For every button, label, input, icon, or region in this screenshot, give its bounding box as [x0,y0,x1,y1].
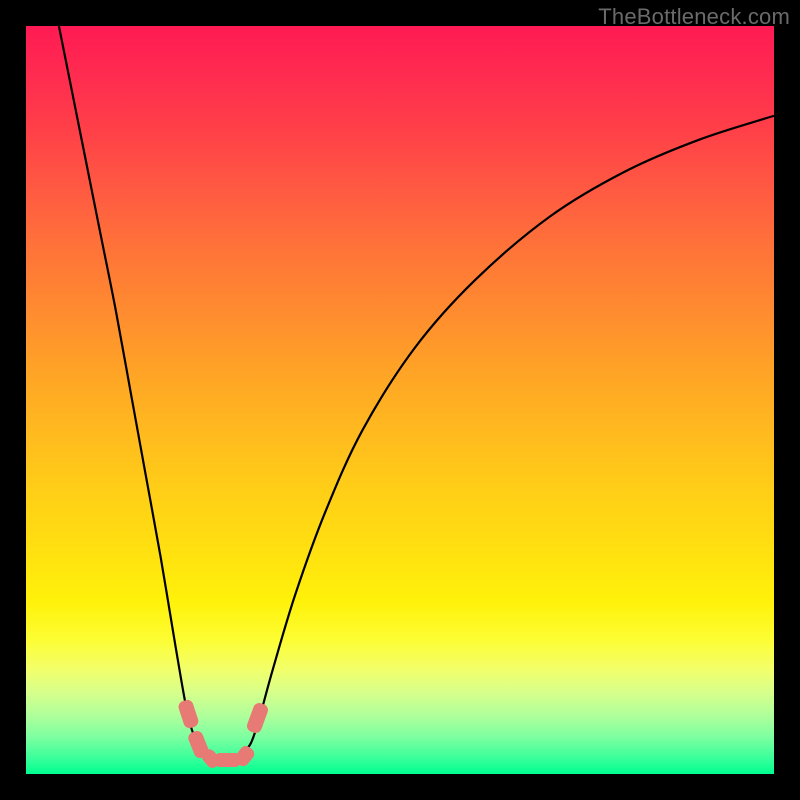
curve-path [59,26,774,758]
bottleneck-curve [26,26,774,774]
watermark-text: TheBottleneck.com [598,4,790,30]
plot-area [26,26,774,774]
